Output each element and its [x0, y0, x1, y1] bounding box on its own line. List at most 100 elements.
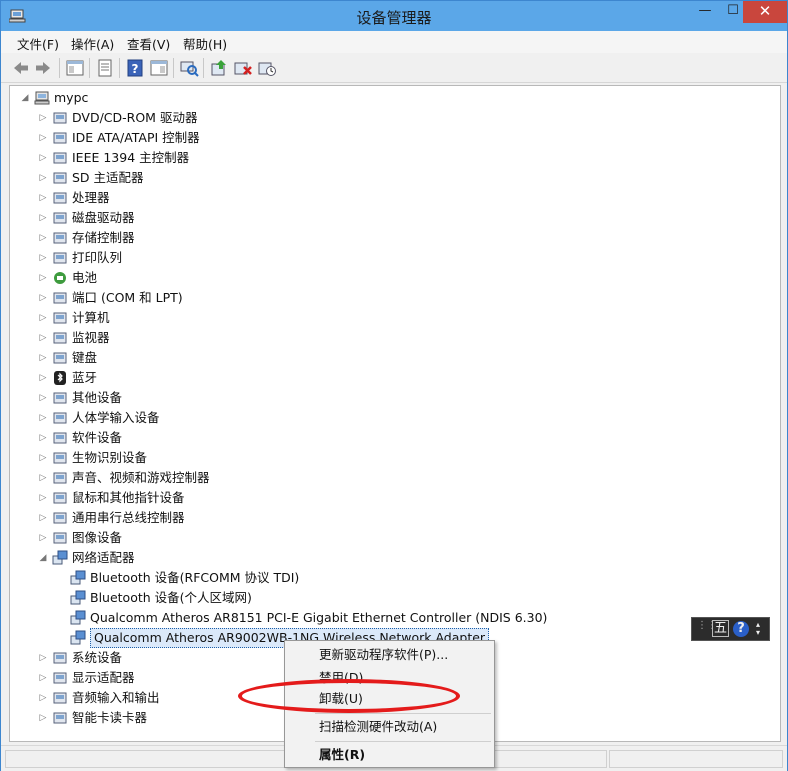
- tree-category[interactable]: ▷ 蓝牙: [36, 368, 97, 388]
- expand-arrow-icon[interactable]: ▷: [36, 328, 50, 348]
- show-hide-console-tree-icon[interactable]: [65, 58, 85, 78]
- expand-arrow-icon[interactable]: ▷: [36, 448, 50, 468]
- expand-arrow-icon[interactable]: ▷: [36, 468, 50, 488]
- usb-icon: [52, 510, 68, 526]
- tree-device-label: Bluetooth 设备(个人区域网): [90, 590, 252, 605]
- disk-drive-icon: [52, 210, 68, 226]
- network-adapter-icon: [70, 630, 86, 646]
- toolbar-separator: [119, 58, 120, 78]
- tree-category[interactable]: ▷ 存储控制器: [36, 228, 135, 248]
- expand-arrow-icon[interactable]: ▷: [36, 428, 50, 448]
- expand-arrow-icon[interactable]: ▷: [36, 648, 50, 668]
- annotation-ellipse: [238, 679, 460, 713]
- menu-file[interactable]: 文件(F): [15, 34, 61, 53]
- tree-category[interactable]: ▷ 计算机: [36, 308, 110, 328]
- collapse-arrow-icon[interactable]: ◢: [18, 88, 32, 108]
- tree-category[interactable]: ▷ 其他设备: [36, 388, 122, 408]
- tree-category[interactable]: ▷ 智能卡读卡器: [36, 708, 147, 728]
- action-pane-icon[interactable]: [149, 58, 169, 78]
- tree-root-label: mypc: [54, 90, 89, 105]
- expand-arrow-icon[interactable]: ▷: [36, 528, 50, 548]
- hid-icon: [52, 410, 68, 426]
- expand-arrow-icon[interactable]: ▷: [36, 288, 50, 308]
- title-bar[interactable]: 设备管理器 — ☐ ✕: [1, 1, 787, 31]
- tree-device[interactable]: Qualcomm Atheros AR8151 PCI-E Gigabit Et…: [68, 608, 547, 628]
- tree-category-label: 声音、视频和游戏控制器: [72, 470, 210, 485]
- tree-category[interactable]: ▷ 打印队列: [36, 248, 122, 268]
- expand-arrow-icon[interactable]: ▷: [36, 508, 50, 528]
- expand-arrow-icon[interactable]: ▷: [36, 348, 50, 368]
- tree-category[interactable]: ▷ 软件设备: [36, 428, 122, 448]
- tree-category[interactable]: ▷ 图像设备: [36, 528, 122, 548]
- back-icon[interactable]: [11, 58, 31, 78]
- ieee1394-icon: [52, 150, 68, 166]
- tree-category[interactable]: ▷ 人体学输入设备: [36, 408, 160, 428]
- expand-arrow-icon[interactable]: ▷: [36, 408, 50, 428]
- tree-category[interactable]: ▷ 处理器: [36, 188, 110, 208]
- expand-arrow-icon[interactable]: ▷: [36, 668, 50, 688]
- forward-icon[interactable]: [33, 58, 53, 78]
- collapse-arrow-icon[interactable]: ◢: [36, 548, 50, 568]
- expand-arrow-icon[interactable]: ▷: [36, 228, 50, 248]
- ime-options-icon[interactable]: ▴ ▾: [756, 621, 760, 637]
- tree-category[interactable]: ▷ 监视器: [36, 328, 110, 348]
- expand-arrow-icon[interactable]: ▷: [36, 688, 50, 708]
- ime-toolbar[interactable]: ⋮⋮ 五 ? ▴ ▾: [691, 617, 770, 641]
- expand-arrow-icon[interactable]: ▷: [36, 488, 50, 508]
- tree-category[interactable]: ▷ 显示适配器: [36, 668, 135, 688]
- ime-mode-indicator[interactable]: 五: [712, 620, 730, 637]
- tree-category[interactable]: ▷ 鼠标和其他指针设备: [36, 488, 185, 508]
- disable-icon[interactable]: [257, 58, 277, 78]
- expand-arrow-icon[interactable]: ▷: [36, 708, 50, 728]
- toolbar: ?: [1, 53, 787, 83]
- ctx-properties[interactable]: 属性(R): [286, 743, 493, 767]
- tree-category[interactable]: ▷ 磁盘驱动器: [36, 208, 135, 228]
- tree-category[interactable]: ▷ IDE ATA/ATAPI 控制器: [36, 128, 200, 148]
- tree-category[interactable]: ▷ 生物识别设备: [36, 448, 147, 468]
- tree-category-label: DVD/CD-ROM 驱动器: [72, 110, 198, 125]
- printer-icon: [52, 250, 68, 266]
- status-cell: [609, 750, 783, 768]
- expand-arrow-icon[interactable]: ▷: [36, 128, 50, 148]
- tree-root[interactable]: ◢ mypc: [18, 88, 89, 108]
- tree-device[interactable]: Bluetooth 设备(个人区域网): [68, 588, 252, 608]
- tree-category[interactable]: ▷ SD 主适配器: [36, 168, 144, 188]
- ctx-update-driver[interactable]: 更新驱动程序软件(P)...: [286, 643, 493, 667]
- tree-category[interactable]: ◢ 网络适配器: [36, 548, 135, 568]
- tree-device[interactable]: Bluetooth 设备(RFCOMM 协议 TDI): [68, 568, 299, 588]
- menu-help[interactable]: 帮助(H): [181, 34, 229, 53]
- uninstall-icon[interactable]: [233, 58, 253, 78]
- minimize-button[interactable]: —: [691, 1, 719, 23]
- tree-category[interactable]: ▷ DVD/CD-ROM 驱动器: [36, 108, 198, 128]
- menu-view[interactable]: 查看(V): [125, 34, 172, 53]
- tree-category[interactable]: ▷ 端口 (COM 和 LPT): [36, 288, 183, 308]
- tree-category[interactable]: ▷ IEEE 1394 主控制器: [36, 148, 190, 168]
- ime-help-icon[interactable]: ?: [733, 621, 749, 637]
- storage-controller-icon: [52, 230, 68, 246]
- mouse-icon: [52, 490, 68, 506]
- tree-category[interactable]: ▷ 音频输入和输出: [36, 688, 160, 708]
- expand-arrow-icon[interactable]: ▷: [36, 188, 50, 208]
- toolbar-separator: [89, 58, 90, 78]
- expand-arrow-icon[interactable]: ▷: [36, 148, 50, 168]
- expand-arrow-icon[interactable]: ▷: [36, 108, 50, 128]
- tree-category[interactable]: ▷ 电池: [36, 268, 97, 288]
- expand-arrow-icon[interactable]: ▷: [36, 308, 50, 328]
- expand-arrow-icon[interactable]: ▷: [36, 368, 50, 388]
- close-button[interactable]: ✕: [743, 1, 787, 23]
- menu-action[interactable]: 操作(A): [69, 34, 116, 53]
- tree-category[interactable]: ▷ 键盘: [36, 348, 97, 368]
- expand-arrow-icon[interactable]: ▷: [36, 208, 50, 228]
- tree-category[interactable]: ▷ 声音、视频和游戏控制器: [36, 468, 210, 488]
- expand-arrow-icon[interactable]: ▷: [36, 268, 50, 288]
- expand-arrow-icon[interactable]: ▷: [36, 248, 50, 268]
- update-driver-icon[interactable]: [209, 58, 229, 78]
- ctx-scan-hardware[interactable]: 扫描检测硬件改动(A): [286, 715, 493, 739]
- properties-icon[interactable]: [95, 58, 115, 78]
- tree-category[interactable]: ▷ 通用串行总线控制器: [36, 508, 185, 528]
- help-icon[interactable]: ?: [125, 58, 145, 78]
- expand-arrow-icon[interactable]: ▷: [36, 388, 50, 408]
- expand-arrow-icon[interactable]: ▷: [36, 168, 50, 188]
- scan-hardware-icon[interactable]: [179, 58, 199, 78]
- tree-category[interactable]: ▷ 系统设备: [36, 648, 122, 668]
